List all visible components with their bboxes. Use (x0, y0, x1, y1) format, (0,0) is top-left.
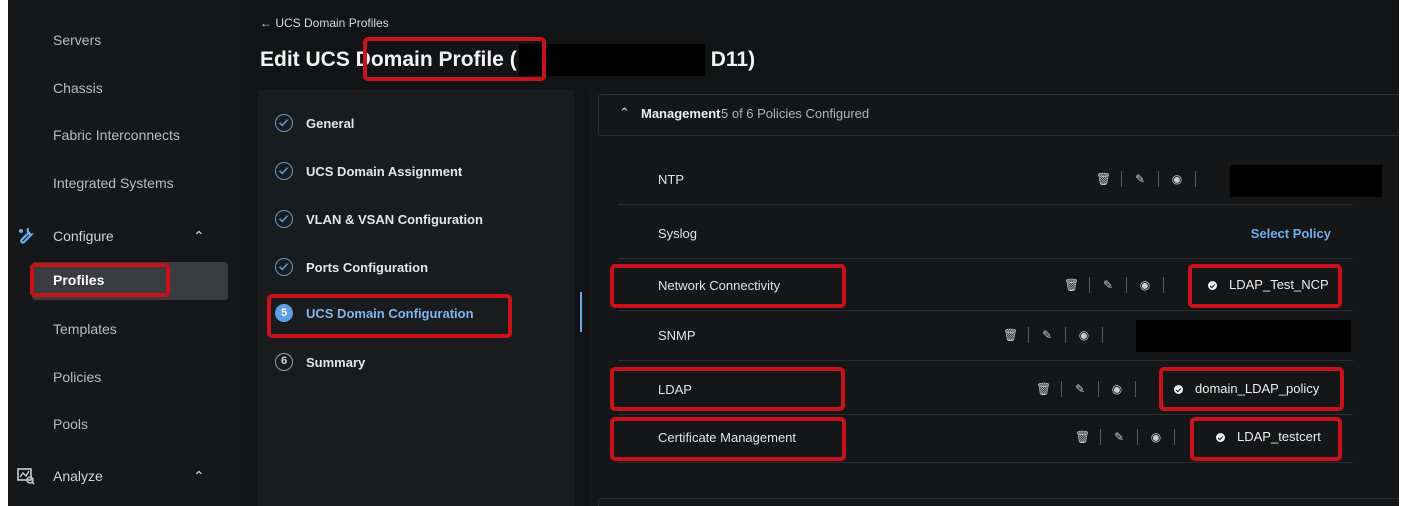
back-link[interactable]: ← UCS Domain Profiles (260, 16, 389, 30)
redacted-block (1230, 165, 1382, 197)
divider (1195, 171, 1196, 187)
edit-icon[interactable]: ✎ (1112, 430, 1126, 444)
divider (1098, 381, 1099, 397)
row-actions: 🗑 ✎ ◉ (1096, 171, 1207, 189)
trash-icon[interactable]: 🗑 (1064, 278, 1079, 292)
highlight-box (610, 417, 846, 461)
divider (1174, 429, 1175, 445)
step-label: Summary (306, 355, 366, 370)
check-circle-icon (275, 162, 293, 180)
divider (1102, 327, 1103, 343)
redacted-block (518, 44, 705, 76)
trash-icon[interactable]: 🗑 (1036, 382, 1051, 396)
edit-icon[interactable]: ✎ (1040, 328, 1054, 342)
eye-icon[interactable]: ◉ (1077, 328, 1091, 342)
divider (1065, 327, 1066, 343)
management-section-header[interactable]: ⌃ Management 5 of 6 Policies Configured (598, 94, 1399, 136)
row-actions: 🗑 ✎ ◉ (1075, 429, 1186, 447)
row-actions: 🗑 ✎ ◉ (1003, 327, 1114, 345)
eye-icon[interactable]: ◉ (1170, 172, 1184, 186)
section-subtitle: 5 of 6 Policies Configured (721, 106, 870, 121)
policy-row-snmp: SNMP 🗑 ✎ ◉ (618, 312, 1353, 361)
chevron-up-icon[interactable]: ⌃ (193, 225, 205, 247)
eye-icon[interactable]: ◉ (1110, 382, 1124, 396)
sidebar: Servers Chassis Fabric Interconnects Int… (8, 0, 240, 506)
policy-row-ntp: NTP 🗑 ✎ ◉ (618, 156, 1382, 205)
sidebar-item-chassis[interactable]: Chassis (53, 77, 103, 99)
sidebar-item-integrated-systems[interactable]: Integrated Systems (53, 172, 174, 194)
eye-icon[interactable]: ◉ (1149, 430, 1163, 444)
redacted-block (1136, 320, 1351, 352)
sidebar-group-analyze-label: Analyze (53, 468, 103, 484)
divider (1135, 381, 1136, 397)
divider (1163, 277, 1164, 293)
divider (1028, 327, 1029, 343)
page-title-suffix: D11) (710, 48, 756, 71)
policy-name: SNMP (658, 328, 696, 343)
policy-row-syslog: Syslog Select Policy (618, 210, 1353, 259)
divider (1126, 277, 1127, 293)
highlight-box (267, 294, 512, 338)
policy-name: NTP (658, 172, 684, 187)
divider (1061, 381, 1062, 397)
highlight-box (610, 367, 845, 411)
trash-icon[interactable]: 🗑 (1075, 430, 1090, 444)
highlight-box (1159, 367, 1344, 411)
highlight-box (610, 264, 846, 308)
sidebar-item-policies[interactable]: Policies (53, 366, 101, 388)
chevron-up-icon[interactable]: ⌃ (619, 105, 630, 121)
select-policy-link[interactable]: Select Policy (1251, 226, 1331, 241)
eye-icon[interactable]: ◉ (1138, 278, 1152, 292)
divider (1089, 277, 1090, 293)
sidebar-item-pools[interactable]: Pools (53, 413, 88, 435)
check-circle-icon (275, 210, 293, 228)
edit-icon[interactable]: ✎ (1073, 382, 1087, 396)
sidebar-group-analyze[interactable]: Analyze ⌃ (17, 465, 205, 487)
divider (1137, 429, 1138, 445)
highlight-box (1190, 417, 1342, 461)
section-title: Management (641, 106, 721, 121)
edit-icon[interactable]: ✎ (1101, 278, 1115, 292)
highlight-box (30, 263, 170, 297)
chevron-up-icon[interactable]: ⌃ (193, 465, 205, 487)
divider (1121, 171, 1122, 187)
highlight-box (363, 37, 546, 81)
step-label: VLAN & VSAN Configuration (306, 212, 483, 227)
app-window: Servers Chassis Fabric Interconnects Int… (8, 0, 1399, 506)
row-actions: 🗑 ✎ ◉ (1064, 277, 1175, 295)
analyze-icon (17, 468, 35, 485)
next-section-header[interactable] (598, 498, 1399, 506)
sidebar-item-templates[interactable]: Templates (53, 318, 117, 340)
scrollbar[interactable] (580, 292, 582, 332)
trash-icon[interactable]: 🗑 (1003, 328, 1018, 342)
step-number-badge: 6 (275, 353, 293, 371)
page-title-prefix: Edit UCS (260, 48, 356, 71)
step-label: General (306, 116, 355, 131)
check-circle-icon (275, 258, 293, 276)
policy-name: Syslog (658, 226, 698, 241)
sidebar-item-servers[interactable]: Servers (53, 29, 101, 51)
sidebar-group-configure[interactable]: Configure ⌃ (19, 225, 205, 247)
divider (1158, 171, 1159, 187)
step-label: Ports Configuration (306, 260, 429, 275)
sidebar-item-fabric-interconnects[interactable]: Fabric Interconnects (53, 124, 180, 146)
sidebar-group-configure-label: Configure (53, 228, 114, 244)
check-circle-icon (275, 114, 293, 132)
step-label: UCS Domain Assignment (306, 164, 463, 179)
highlight-box (1188, 264, 1342, 308)
row-actions: 🗑 ✎ ◉ (1036, 381, 1147, 399)
trash-icon[interactable]: 🗑 (1096, 172, 1111, 186)
divider (1100, 429, 1101, 445)
configure-icon (19, 227, 35, 244)
edit-icon[interactable]: ✎ (1133, 172, 1147, 186)
